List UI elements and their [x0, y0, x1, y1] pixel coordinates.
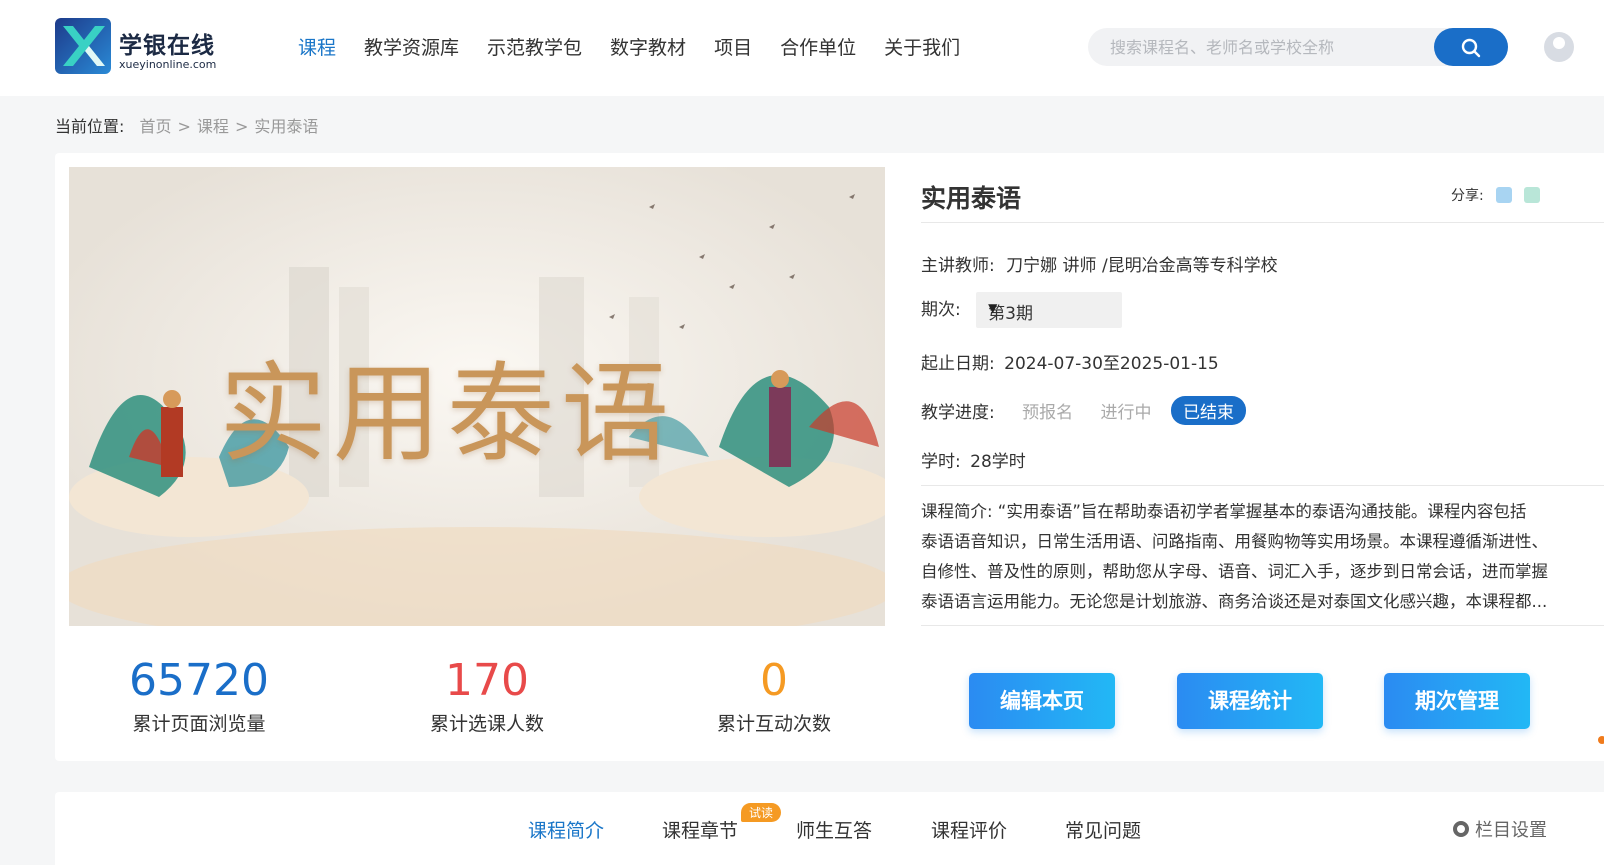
course-cover-image: 实用泰语: [69, 167, 885, 626]
search-button[interactable]: [1434, 28, 1508, 66]
top-header: 学银在线 xueyinonline.com 课程 教学资源库 示范教学包 数字教…: [0, 0, 1604, 96]
teacher-label: 主讲教师:: [921, 256, 995, 276]
dropdown-arrow-icon: ▼: [988, 301, 998, 315]
nav-item-about[interactable]: 关于我们: [884, 34, 960, 62]
stat-interactions-label: 累计互动次数: [716, 713, 831, 735]
stat-interactions-value: 0: [760, 655, 788, 706]
tab-qa[interactable]: 师生互答: [796, 816, 872, 843]
gear-icon: [1453, 821, 1469, 837]
hours-label: 学时:: [921, 452, 961, 472]
nav-item-course[interactable]: 课程: [298, 34, 336, 62]
breadcrumb: 当前位置: 首页 > 课程 > 实用泰语: [55, 113, 318, 137]
period-management-button[interactable]: 期次管理: [1384, 673, 1530, 729]
course-intro-line: 泰语语言运用能力。无论您是计划旅游、商务洽谈还是对泰国文化感兴趣，本课程都...: [921, 592, 1548, 611]
breadcrumb-home[interactable]: 首页: [140, 117, 172, 136]
course-intro: 课程简介: “实用泰语”旨在帮助泰语初学者掌握基本的泰语沟通技能。课程内容包括 …: [921, 497, 1604, 617]
breadcrumb-current: 实用泰语: [254, 117, 319, 136]
date-value: 2024-07-30至2025-01-15: [1004, 354, 1219, 374]
date-row: 起止日期: 2024-07-30至2025-01-15: [921, 349, 1219, 374]
search-icon: [1461, 38, 1481, 58]
course-stats: 65720 累计页面浏览量 170 累计选课人数 0 累计互动次数: [69, 653, 885, 743]
stat-enrolled-label: 累计选课人数: [429, 713, 544, 735]
stat-enrolled-value: 170: [445, 655, 529, 706]
share-book-icon[interactable]: [1495, 187, 1512, 203]
divider: [921, 485, 1604, 486]
stat-page-views: 65720 累计页面浏览量: [69, 653, 329, 736]
nav-item-digital-textbook[interactable]: 数字教材: [610, 34, 686, 62]
period-row: 期次: 第3期 ▼: [921, 292, 1123, 328]
cover-title-text: 实用泰语: [218, 352, 675, 477]
teacher-value: 刀宁娜 讲师 /昆明冶金高等专科学校: [1006, 256, 1278, 276]
course-title: 实用泰语: [921, 184, 1022, 213]
share-qrcode-icon[interactable]: [1523, 187, 1540, 203]
hours-row: 学时: 28学时: [921, 447, 1026, 472]
search-input[interactable]: [1110, 32, 1430, 62]
tab-course-chapters[interactable]: 课程章节: [662, 816, 738, 843]
breadcrumb-course[interactable]: 课程: [197, 117, 229, 136]
logo-mark-icon: [55, 18, 111, 74]
site-logo[interactable]: 学银在线 xueyinonline.com: [55, 18, 225, 76]
logo-url: xueyinonline.com: [119, 58, 217, 71]
date-label: 起止日期:: [921, 354, 995, 374]
stat-enrolled: 170 累计选课人数: [357, 653, 617, 736]
course-intro-line: 课程简介: “实用泰语”旨在帮助泰语初学者掌握基本的泰语沟通技能。课程内容包括: [921, 502, 1527, 521]
period-select[interactable]: 第3期 ▼: [976, 292, 1123, 328]
period-label: 期次:: [921, 300, 961, 320]
stat-page-views-label: 累计页面浏览量: [132, 713, 266, 735]
course-intro-line: 自修性、普及性的原则，帮助您从字母、语音、词汇入手，逐步到日常会话，进而掌握: [921, 562, 1548, 581]
progress-stage-ended: 已结束: [1170, 396, 1246, 425]
breadcrumb-separator: >: [177, 117, 191, 136]
tab-reviews[interactable]: 课程评价: [931, 816, 1007, 843]
logo-name: 学银在线: [119, 33, 215, 59]
share-label: 分享:: [1451, 188, 1484, 204]
breadcrumb-prefix: 当前位置:: [55, 117, 125, 136]
progress-row: 教学进度: 预报名 进行中 已结束: [921, 396, 1246, 425]
user-avatar[interactable]: [1544, 32, 1574, 62]
divider: [921, 222, 1604, 223]
breadcrumb-separator: >: [234, 117, 249, 136]
nav-item-resource-library[interactable]: 教学资源库: [364, 34, 459, 62]
course-intro-line: 泰语语音知识，日常生活用语、问路指南、用餐购物等实用场景。本课程遵循渐进性、: [921, 532, 1548, 551]
hours-value: 28学时: [970, 452, 1026, 472]
column-settings-button[interactable]: 栏目设置: [1453, 816, 1547, 842]
edit-page-button[interactable]: 编辑本页: [969, 673, 1115, 729]
nav-item-partners[interactable]: 合作单位: [780, 34, 856, 62]
column-settings-label: 栏目设置: [1475, 820, 1547, 841]
share-section: 分享:: [1451, 185, 1540, 205]
course-statistics-button[interactable]: 课程统计: [1177, 673, 1323, 729]
course-card: 实用泰语 65720 累计页面浏览量 170 累计选课人数 0 累计互动次数 实…: [55, 153, 1604, 761]
stat-page-views-value: 65720: [129, 655, 269, 706]
teacher-row: 主讲教师: 刀宁娜 讲师 /昆明冶金高等专科学校: [921, 251, 1278, 276]
trial-badge: 试读: [741, 803, 782, 822]
search-box: [1088, 28, 1508, 66]
nav-item-demo-package[interactable]: 示范教学包: [487, 34, 582, 62]
divider: [921, 625, 1604, 626]
floating-edge-dot[interactable]: [1598, 736, 1604, 744]
progress-label: 教学进度:: [921, 403, 995, 423]
main-nav: 课程 教学资源库 示范教学包 数字教材 项目 合作单位 关于我们: [298, 34, 988, 62]
tab-faq[interactable]: 常见问题: [1065, 816, 1141, 843]
nav-item-projects[interactable]: 项目: [714, 34, 752, 62]
stat-interactions: 0 累计互动次数: [644, 653, 904, 736]
course-tabs: 课程简介 课程章节 试读 师生互答 课程评价 常见问题 栏目设置: [55, 792, 1604, 865]
progress-stage-ongoing: 进行中: [1100, 403, 1152, 423]
progress-stage-preregister: 预报名: [1022, 403, 1074, 423]
tab-course-intro[interactable]: 课程简介: [528, 816, 604, 843]
